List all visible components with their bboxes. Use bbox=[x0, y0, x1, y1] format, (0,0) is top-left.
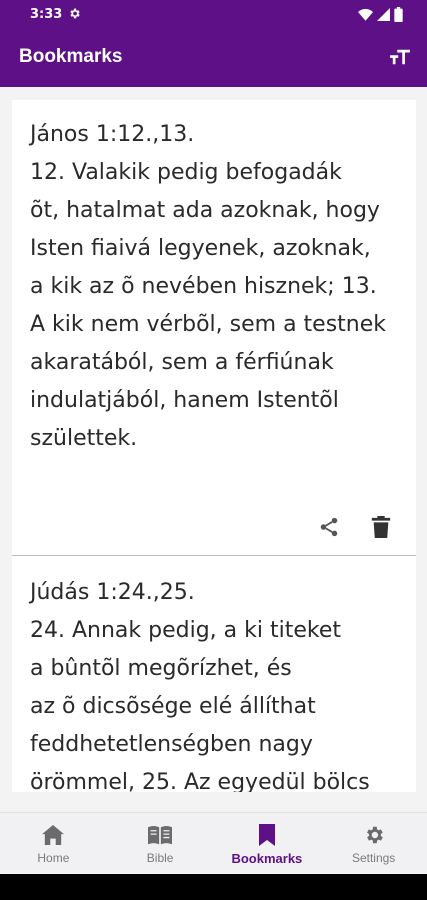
top-app-bar: 3:33 Bookmarks bbox=[0, 0, 427, 87]
text-size-icon bbox=[390, 49, 410, 65]
signal-icon bbox=[377, 8, 390, 21]
home-icon bbox=[41, 823, 65, 847]
verse-line: indulatjából, hanem Istentõl bbox=[30, 388, 339, 413]
nav-label: Home bbox=[37, 851, 70, 865]
verse-line: az õ dicsõsége elé állíthat bbox=[30, 694, 316, 719]
gesture-bar bbox=[0, 874, 427, 900]
book-icon bbox=[148, 823, 173, 847]
share-button[interactable] bbox=[318, 516, 340, 538]
nav-settings[interactable]: Settings bbox=[320, 813, 427, 875]
bottom-navigation: Home Bible Bookmarks Settings bbox=[0, 812, 427, 875]
verse-line: Isten fiaivá legyenek, azoknak, bbox=[30, 236, 371, 261]
nav-label: Bible bbox=[146, 851, 174, 865]
settings-status-icon bbox=[70, 8, 80, 19]
verse-line: 12. Valakik pedig befogadák bbox=[30, 160, 342, 185]
verse-line: feddhetetlenségben nagy bbox=[30, 732, 313, 757]
gear-icon bbox=[362, 823, 386, 847]
text-size-button[interactable] bbox=[389, 46, 411, 68]
verse-line: akaratából, sem a férfiúnak bbox=[30, 350, 334, 375]
page-title: Bookmarks bbox=[19, 46, 123, 67]
nav-label: Settings bbox=[351, 851, 396, 865]
verse-line: a bûntõl megõrízhet, és bbox=[30, 656, 292, 681]
battery-icon bbox=[394, 7, 403, 22]
bookmark-icon bbox=[255, 823, 279, 847]
share-icon bbox=[320, 517, 338, 537]
bookmark-card: János 1:12.,13. 12. Valakik pedig befoga… bbox=[12, 100, 416, 556]
trash-icon bbox=[371, 516, 391, 538]
bookmark-actions bbox=[318, 516, 392, 538]
verse-line: A kik nem vérbõl, sem a testnek bbox=[30, 312, 387, 337]
nav-bible[interactable]: Bible bbox=[107, 813, 214, 875]
status-icons bbox=[358, 7, 403, 22]
verse-line: 24. Annak pedig, a ki titeket bbox=[30, 618, 341, 643]
verse-line: õt, hatalmat ada azoknak, hogy bbox=[30, 198, 380, 223]
bookmark-list[interactable]: János 1:12.,13. 12. Valakik pedig befoga… bbox=[12, 100, 416, 792]
delete-button[interactable] bbox=[370, 516, 392, 538]
bookmark-card: Júdás 1:24.,25. 24. Annak pedig, a ki ti… bbox=[12, 556, 416, 792]
nav-home[interactable]: Home bbox=[0, 813, 107, 875]
status-time: 3:33 bbox=[30, 7, 63, 22]
status-bar: 3:33 bbox=[0, 0, 427, 30]
wifi-icon bbox=[358, 8, 373, 21]
nav-label: Bookmarks bbox=[231, 851, 303, 866]
bookmark-reference: Júdás 1:24.,25. bbox=[30, 580, 195, 605]
verse-line: örömmel, 25. Az egyedül bölcs bbox=[30, 770, 370, 792]
nav-bookmarks[interactable]: Bookmarks bbox=[214, 813, 321, 875]
verse-line: születtek. bbox=[30, 426, 138, 451]
verse-line: a kik az õ nevében hisznek; 13. bbox=[30, 274, 377, 299]
gesture-handle[interactable] bbox=[0, 874, 427, 900]
bookmark-reference: János 1:12.,13. bbox=[30, 122, 195, 147]
